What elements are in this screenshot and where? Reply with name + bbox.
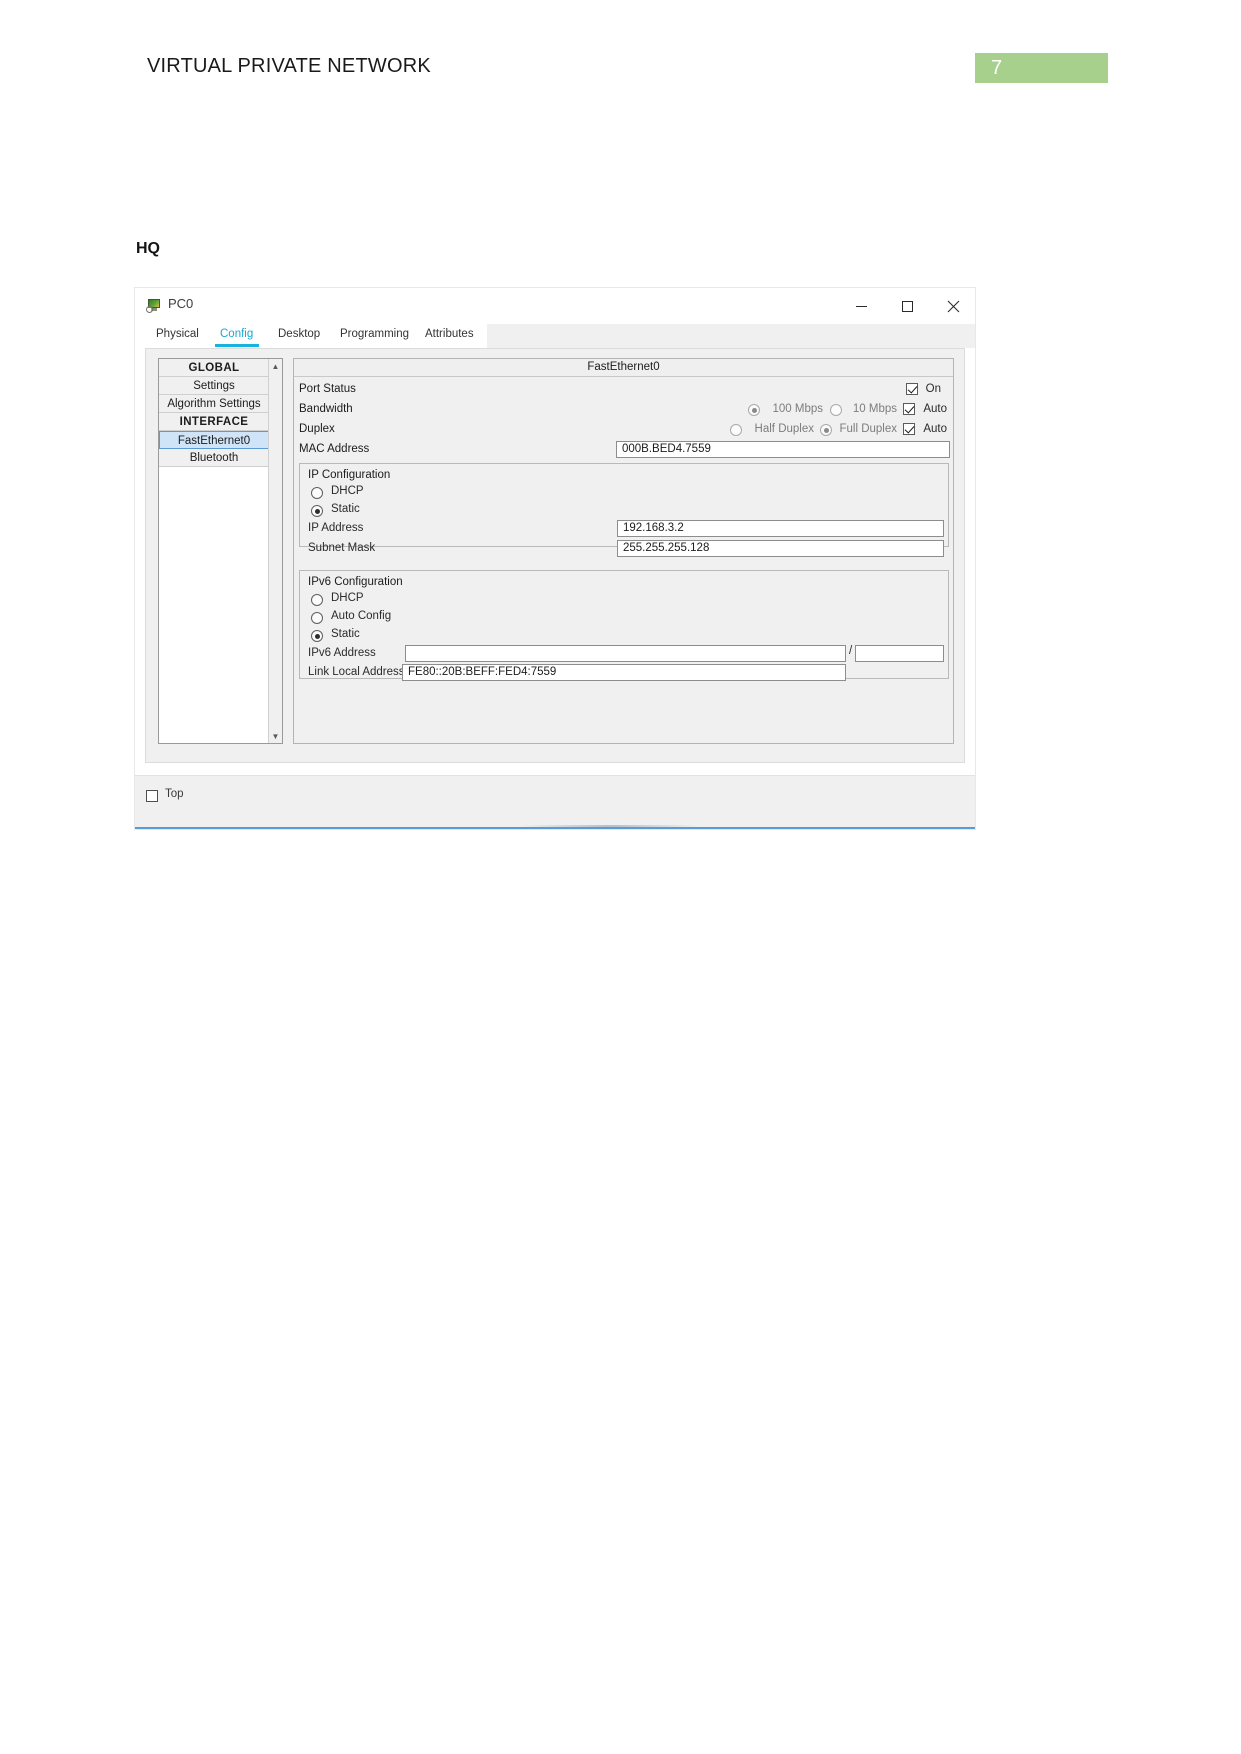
sidebar-item-bluetooth[interactable]: Bluetooth	[159, 449, 269, 467]
ip-dhcp-label: DHCP	[331, 485, 364, 497]
duplex-full-label: Full Duplex	[839, 423, 897, 435]
sidebar-header-global: GLOBAL	[159, 359, 269, 377]
subnet-mask-input[interactable]: 255.255.255.128	[617, 540, 944, 557]
ipv6-dhcp-radio[interactable]	[311, 594, 323, 606]
port-status-on-label: On	[925, 383, 941, 395]
duplex-full-radio[interactable]	[820, 424, 832, 436]
tab-config[interactable]: Config	[214, 324, 260, 348]
page-number-badge: 7	[975, 53, 1108, 83]
tab-bar: Physical Config Desktop Programming Attr…	[135, 324, 975, 348]
ipv6-configuration-title: IPv6 Configuration	[308, 576, 403, 588]
duplex-label: Duplex	[299, 423, 335, 435]
duplex-row: Duplex Half Duplex Full Duplex Auto	[294, 421, 953, 441]
subnet-mask-label: Subnet Mask	[308, 542, 376, 554]
ipv6-configuration-group: IPv6 Configuration DHCP Auto Config Stat…	[299, 570, 949, 681]
minimize-icon	[838, 288, 884, 324]
duplex-half-radio[interactable]	[730, 424, 742, 436]
duplex-auto-label: Auto	[923, 423, 947, 435]
bandwidth-auto-label: Auto	[923, 403, 947, 415]
running-head: VIRTUAL PRIVATE NETWORK	[147, 55, 431, 77]
ip-address-input[interactable]: 192.168.3.2	[617, 520, 944, 537]
ip-configuration-title: IP Configuration	[308, 469, 391, 481]
ip-dhcp-radio[interactable]	[311, 487, 323, 499]
link-local-address-value: FE80::20B:BEFF:FED4:7559	[402, 664, 846, 681]
bandwidth-auto-checkbox[interactable]	[903, 403, 915, 415]
mac-address-row: MAC Address 000B.BED4.7559	[294, 441, 953, 461]
page-number: 7	[991, 57, 1003, 79]
sidebar: GLOBAL Settings Algorithm Settings INTER…	[158, 358, 283, 744]
pc-device-icon	[146, 298, 162, 314]
minimize-button[interactable]	[838, 288, 884, 324]
document-header: VIRTUAL PRIVATE NETWORK 7	[0, 0, 1241, 110]
sidebar-list: GLOBAL Settings Algorithm Settings INTER…	[159, 359, 269, 467]
interface-config-panel: FastEthernet0 Port Status On Bandwidth 1…	[293, 358, 954, 744]
bandwidth-10mbps-label: 10 Mbps	[852, 403, 897, 415]
ip-address-label: IP Address	[308, 522, 364, 534]
packet-tracer-window: PC0 Physical Config Desktop Programming …	[135, 288, 975, 829]
config-body: GLOBAL Settings Algorithm Settings INTER…	[145, 348, 965, 763]
scroll-up-icon[interactable]: ▲	[269, 359, 282, 373]
maximize-icon	[884, 288, 930, 324]
sidebar-item-settings[interactable]: Settings	[159, 377, 269, 395]
duplex-auto-checkbox[interactable]	[903, 423, 915, 435]
top-checkbox-label: Top	[165, 788, 184, 800]
mac-address-label: MAC Address	[299, 443, 370, 455]
ipv6-auto-config-radio[interactable]	[311, 612, 323, 624]
ip-configuration-group: IP Configuration DHCP Static IP Address …	[299, 463, 949, 557]
footer-rule	[135, 827, 975, 829]
tab-programming[interactable]: Programming	[340, 324, 409, 348]
ip-static-label: Static	[331, 503, 360, 515]
window-title: PC0	[168, 296, 194, 311]
ipv6-prefix-separator: /	[849, 645, 853, 657]
tab-attributes[interactable]: Attributes	[425, 324, 474, 348]
panel-title: FastEthernet0	[294, 359, 953, 377]
duplex-half-label: Half Duplex	[754, 423, 814, 435]
close-button[interactable]	[930, 288, 976, 324]
bandwidth-label: Bandwidth	[299, 403, 353, 415]
window-titlebar: PC0	[135, 288, 975, 324]
ipv6-address-label: IPv6 Address	[308, 647, 376, 659]
bandwidth-10mbps-radio[interactable]	[830, 404, 842, 416]
mac-address-input[interactable]: 000B.BED4.7559	[616, 441, 950, 458]
ipv6-auto-config-label: Auto Config	[331, 610, 392, 622]
port-status-checkbox[interactable]	[906, 383, 918, 395]
close-icon	[930, 288, 976, 324]
top-checkbox[interactable]	[146, 790, 158, 802]
sidebar-scrollbar[interactable]: ▲ ▼	[268, 359, 282, 743]
tab-physical[interactable]: Physical	[156, 324, 199, 348]
port-status-label: Port Status	[299, 383, 356, 395]
bandwidth-row: Bandwidth 100 Mbps 10 Mbps Auto	[294, 401, 953, 421]
ipv6-static-radio[interactable]	[311, 630, 323, 642]
bandwidth-100mbps-label: 100 Mbps	[772, 403, 823, 415]
link-local-address-label: Link Local Address:	[308, 666, 408, 678]
ipv6-static-label: Static	[331, 628, 360, 640]
port-status-row: Port Status On	[294, 381, 953, 401]
section-heading: HQ	[136, 240, 160, 257]
tab-bar-filler	[487, 324, 975, 348]
ipv6-dhcp-label: DHCP	[331, 592, 364, 604]
sidebar-header-interface: INTERFACE	[159, 413, 269, 431]
bandwidth-100mbps-radio[interactable]	[748, 404, 760, 416]
sidebar-item-fastethernet0[interactable]: FastEthernet0	[159, 431, 269, 449]
tab-desktop[interactable]: Desktop	[278, 324, 320, 348]
ip-static-radio[interactable]	[311, 505, 323, 517]
window-footer: Top	[135, 775, 975, 829]
scroll-down-icon[interactable]: ▼	[269, 729, 282, 743]
maximize-button[interactable]	[884, 288, 930, 324]
ipv6-prefix-input[interactable]	[855, 645, 944, 662]
sidebar-item-algorithm-settings[interactable]: Algorithm Settings	[159, 395, 269, 413]
ipv6-address-input[interactable]	[405, 645, 846, 662]
